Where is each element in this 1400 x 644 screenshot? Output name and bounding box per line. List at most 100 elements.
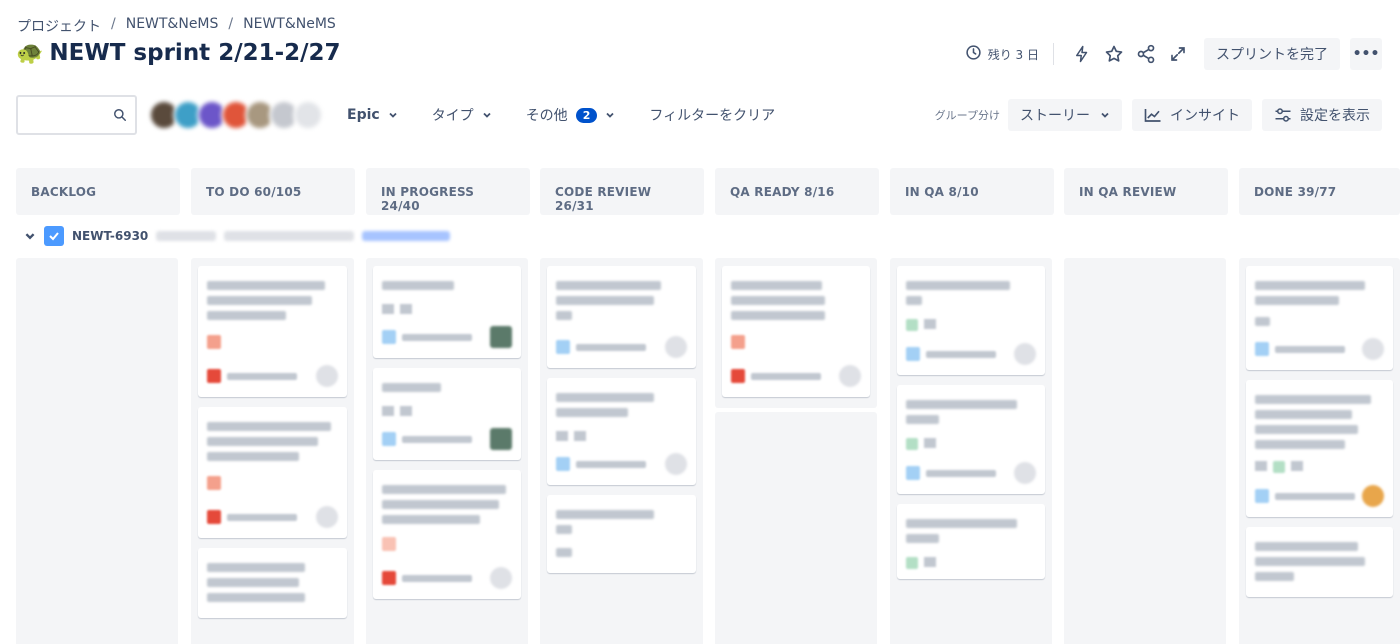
assignee-avatar[interactable] [316, 506, 338, 528]
clear-filters-button[interactable]: フィルターをクリア [639, 99, 785, 131]
breadcrumb-projects[interactable]: プロジェクト [17, 16, 101, 36]
card-summary-blurred [906, 400, 1017, 409]
chevron-down-icon [483, 112, 491, 118]
assignee-avatars [149, 98, 323, 132]
card-summary-blurred [556, 311, 572, 320]
avatar[interactable] [293, 100, 323, 130]
issue-card[interactable] [722, 266, 870, 397]
view-settings-label: 設定を表示 [1300, 108, 1370, 124]
chevron-down-icon[interactable] [24, 230, 36, 242]
star-icon[interactable] [1098, 38, 1130, 70]
column-header-backlog: BACKLOG [16, 168, 180, 215]
issue-card[interactable] [373, 266, 521, 358]
card-summary-blurred [207, 593, 306, 602]
column-body-backlog [16, 258, 178, 644]
issue-card[interactable] [897, 385, 1045, 494]
other-filter-count: 2 [575, 107, 598, 123]
label-blurred [906, 438, 918, 450]
issue-card[interactable] [547, 378, 696, 485]
expand-icon[interactable] [1162, 38, 1194, 70]
card-summary-blurred [906, 519, 1017, 528]
card-summary-blurred [1255, 281, 1365, 290]
label-blurred [400, 304, 412, 314]
insight-button[interactable]: インサイト [1132, 99, 1252, 131]
label-blurred [400, 406, 412, 416]
assignee-avatar[interactable] [665, 336, 687, 358]
issue-card[interactable] [1246, 380, 1393, 517]
swimlane-issue-key[interactable]: NEWT-6930 [72, 229, 148, 243]
swimlane-header[interactable]: NEWT-6930 [24, 226, 451, 246]
issue-card[interactable] [547, 266, 696, 368]
issue-card[interactable] [547, 495, 696, 573]
column-header-qa-ready: QA READY 8/16 [715, 168, 879, 215]
card-summary-blurred [207, 422, 332, 431]
group-by-select[interactable]: ストーリー [1008, 99, 1122, 131]
other-filter[interactable]: その他 2 [516, 99, 626, 131]
bug-icon [382, 571, 396, 585]
card-summary-blurred [1255, 425, 1359, 434]
story-icon [906, 466, 920, 480]
label-blurred [382, 406, 394, 416]
column-header-in-progress: IN PROGRESS 24/40 [366, 168, 530, 215]
share-icon[interactable] [1130, 38, 1162, 70]
insight-icon [1144, 109, 1161, 122]
story-icon [556, 457, 570, 471]
card-summary-blurred [382, 485, 506, 494]
card-summary-blurred [382, 281, 454, 290]
more-button[interactable]: ••• [1350, 38, 1382, 70]
card-summary-blurred [1255, 542, 1359, 551]
complete-sprint-button[interactable]: スプリントを完了 [1204, 38, 1340, 70]
column-body-todo [191, 258, 354, 644]
column-header-code-review: CODE REVIEW 26/31 [540, 168, 704, 215]
label-blurred [906, 319, 918, 331]
assignee-avatar[interactable] [1014, 462, 1036, 484]
issue-card[interactable] [373, 368, 521, 460]
search-input[interactable] [16, 95, 137, 135]
assignee-avatar[interactable] [839, 365, 861, 387]
card-summary-blurred [906, 296, 922, 305]
priority-icon [207, 335, 221, 349]
card-key-blurred [1275, 345, 1345, 353]
label-blurred [1255, 461, 1267, 471]
issue-card[interactable] [198, 548, 347, 618]
lightning-icon[interactable] [1066, 38, 1098, 70]
card-summary-blurred [382, 515, 480, 524]
breadcrumb-item-2[interactable]: NEWT&NeMS [243, 16, 336, 36]
assignee-avatar[interactable] [1362, 338, 1384, 360]
story-icon [556, 340, 570, 354]
issue-card[interactable] [198, 266, 347, 397]
assignee-avatar[interactable] [1014, 343, 1036, 365]
label-blurred [1291, 461, 1303, 471]
card-summary-blurred [1255, 317, 1271, 326]
issue-card[interactable] [373, 470, 521, 599]
story-icon [382, 432, 396, 446]
card-summary-blurred [1255, 395, 1372, 404]
column-body-qa-ready [715, 258, 877, 408]
issue-card[interactable] [1246, 527, 1393, 597]
epic-filter[interactable]: Epic [337, 99, 408, 131]
assignee-avatar[interactable] [490, 428, 512, 450]
card-summary-blurred [731, 296, 825, 305]
issue-card[interactable] [897, 266, 1045, 375]
type-filter[interactable]: タイプ [422, 99, 502, 131]
view-settings-button[interactable]: 設定を表示 [1262, 99, 1382, 131]
issue-card[interactable] [1246, 266, 1393, 370]
assignee-avatar[interactable] [490, 567, 512, 589]
card-summary-blurred [207, 578, 299, 587]
type-filter-label: タイプ [431, 108, 474, 124]
breadcrumb-item-1[interactable]: NEWT&NeMS [126, 16, 219, 36]
page-title: 🐢 NEWT sprint 2/21-2/27 [16, 40, 341, 66]
assignee-avatar[interactable] [316, 365, 338, 387]
assignee-avatar[interactable] [1362, 485, 1384, 507]
group-by-label: グループ分け [934, 109, 1000, 122]
issue-card[interactable] [198, 407, 347, 538]
issue-card[interactable] [897, 504, 1045, 579]
card-summary-blurred [556, 296, 655, 305]
column-body-code-review [540, 258, 703, 644]
card-key-blurred [227, 513, 297, 521]
card-summary-blurred [731, 281, 822, 290]
column-header-in-qa-review: IN QA REVIEW [1064, 168, 1228, 215]
assignee-avatar[interactable] [665, 453, 687, 475]
assignee-avatar[interactable] [490, 326, 512, 348]
card-key-blurred [926, 469, 996, 477]
